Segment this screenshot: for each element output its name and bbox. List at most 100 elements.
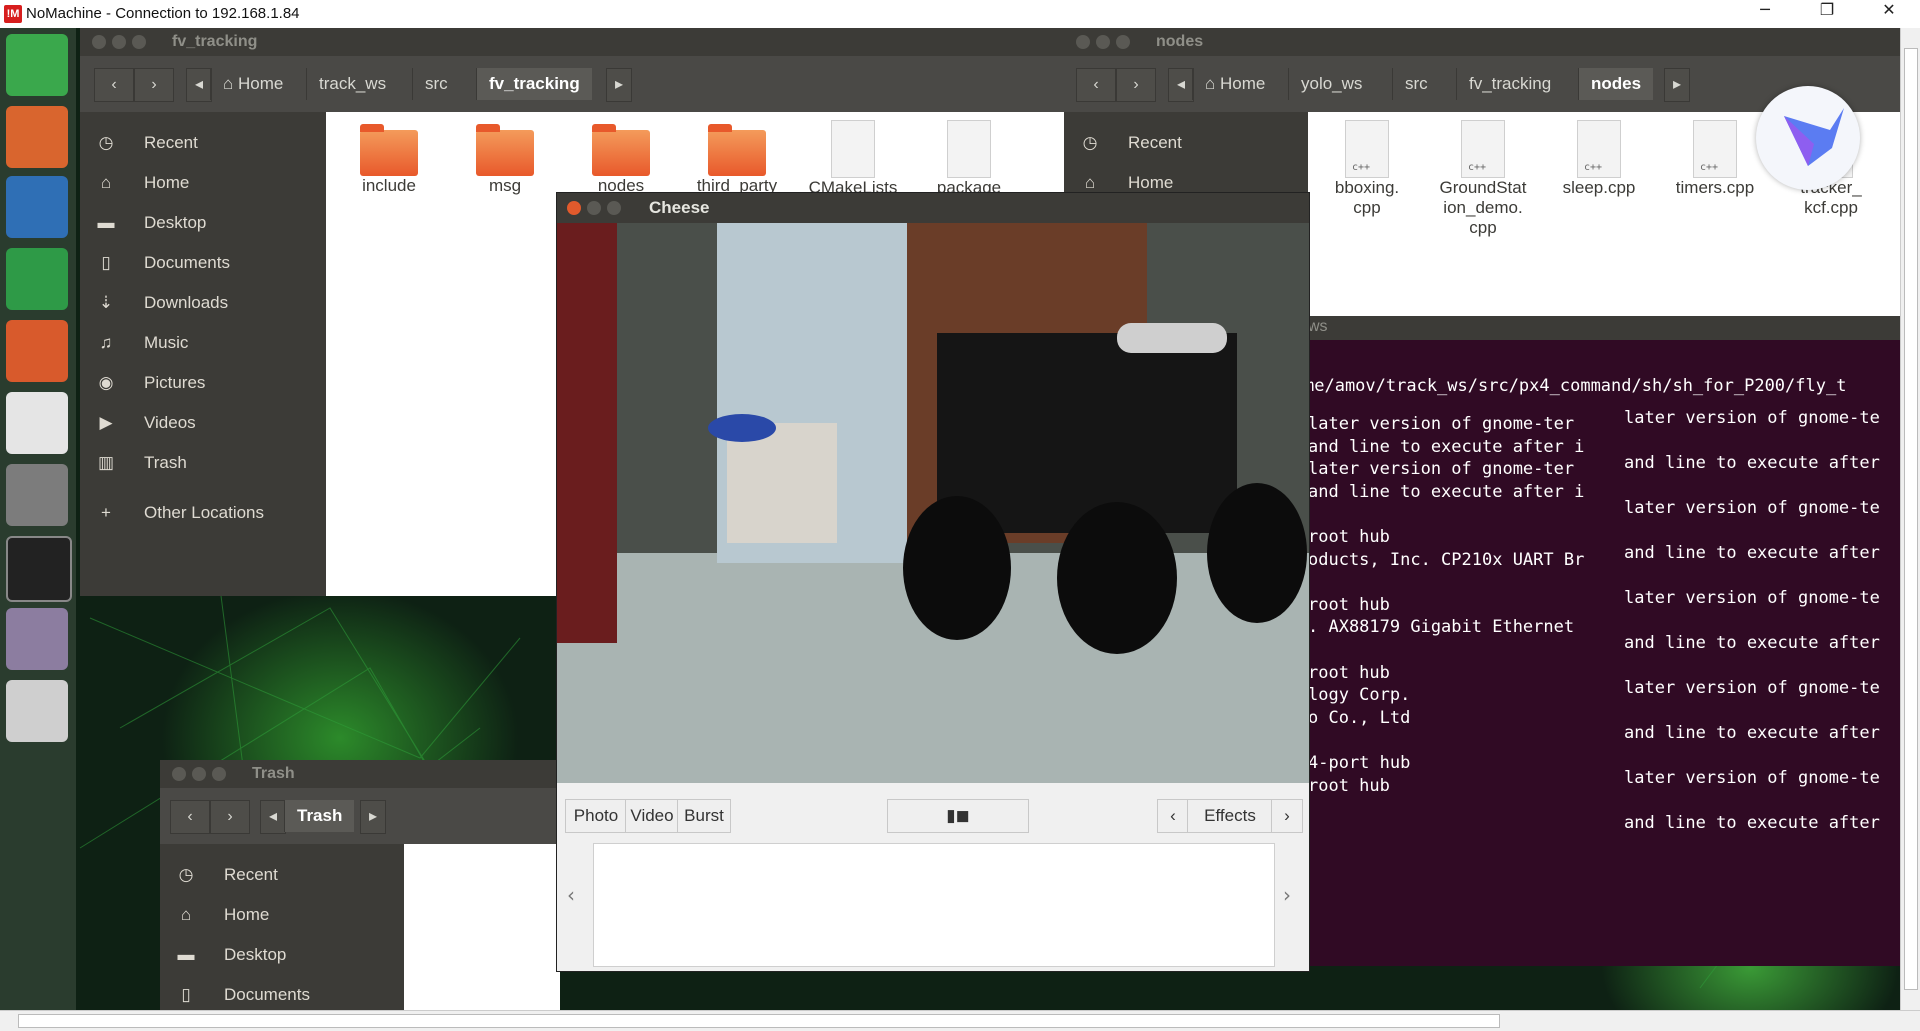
sidebar-item-downloads[interactable]: ⇣ Downloads — [80, 284, 326, 322]
close-button[interactable]: ✕ — [1860, 0, 1918, 28]
floating-assistant-icon[interactable] — [1756, 86, 1860, 190]
back-button[interactable]: ‹ — [1076, 68, 1116, 102]
terminal-line: and line to execute after — [1624, 453, 1880, 473]
file-item[interactable]: c++ GroundStat ion_demo. cpp — [1428, 120, 1538, 238]
places-sidebar: ◷ Recent ⌂ Home ▬ Desktop ▯ Documents — [160, 844, 404, 1010]
sidebar-item-desktop[interactable]: ▬ Desktop — [160, 936, 404, 974]
file-item[interactable]: package — [914, 120, 1024, 198]
crumb-next-button[interactable]: ▸ — [606, 68, 632, 102]
file-item[interactable]: c++ timers.cpp — [1660, 120, 1770, 198]
terminal-title: ws — [1308, 318, 1328, 335]
home-icon: ⌂ — [1205, 74, 1216, 93]
close-button[interactable] — [172, 767, 186, 781]
crumb-home[interactable]: ⌂ Home — [210, 68, 295, 100]
file-item[interactable]: c++ bboxing. cpp — [1312, 120, 1422, 218]
forward-button[interactable]: › — [210, 800, 250, 834]
sidebar-item-home[interactable]: ⌂ Home — [80, 164, 326, 202]
file-item[interactable]: nodes — [566, 124, 676, 196]
trash-icon: ▥ — [97, 453, 115, 472]
software-center-icon[interactable] — [6, 392, 68, 454]
crumb-home[interactable]: ⌂ Home — [1192, 68, 1277, 100]
crumb-src[interactable]: src — [1392, 68, 1440, 100]
files-icon[interactable] — [6, 106, 68, 168]
crumb-fv-tracking[interactable]: fv_tracking — [1456, 68, 1563, 100]
scrollbar-thumb[interactable] — [1904, 48, 1918, 990]
camera-frame — [557, 223, 1309, 783]
crumb-trash[interactable]: Trash — [284, 800, 355, 832]
crumb-next-button[interactable]: ▸ — [360, 800, 386, 834]
file-item[interactable]: third_party — [682, 124, 792, 196]
sidebar-item-recent[interactable]: ◷ Recent — [160, 856, 404, 894]
file-item[interactable]: CMakeLists — [798, 120, 908, 198]
drive-icon[interactable] — [6, 680, 68, 742]
window-title: NoMachine - Connection to 192.168.1.84 — [26, 5, 300, 22]
sidebar-item-home[interactable]: ⌂ Home — [160, 896, 404, 934]
minimize-button[interactable] — [112, 35, 126, 49]
crumb-prev-button[interactable]: ◂ — [186, 68, 212, 102]
crumb-track-ws[interactable]: track_ws — [306, 68, 398, 100]
file-item[interactable]: c++ sleep.cpp — [1544, 120, 1654, 198]
crumb-label: Home — [1220, 74, 1266, 93]
home-icon: ⌂ — [100, 173, 112, 192]
maximize-button[interactable] — [132, 35, 146, 49]
effects-next-button[interactable]: › — [1271, 799, 1303, 833]
vertical-scrollbar[interactable] — [1900, 28, 1920, 1010]
sidebar-item-documents[interactable]: ▯ Documents — [160, 976, 404, 1010]
crumb-yolo-ws[interactable]: yolo_ws — [1288, 68, 1374, 100]
sidebar-item-videos[interactable]: ▶ Videos — [80, 404, 326, 442]
back-button[interactable]: ‹ — [170, 800, 210, 834]
thumbnail-strip[interactable] — [593, 843, 1275, 967]
calc-icon[interactable] — [6, 248, 68, 310]
file-item[interactable]: include — [334, 124, 444, 196]
terminal-line: and line to execute after — [1624, 633, 1880, 653]
sidebar-item-pictures[interactable]: ◉ Pictures — [80, 364, 326, 402]
terminal-pane-left: later version of gnome-ter and line to ex… — [1304, 414, 1620, 966]
crumb-src[interactable]: src — [412, 68, 460, 100]
forward-button[interactable]: › — [1116, 68, 1156, 102]
minimize-button[interactable]: ─ — [1736, 0, 1794, 28]
ubuntu-dash-icon[interactable] — [6, 34, 68, 96]
restore-button[interactable]: ❐ — [1798, 0, 1856, 28]
close-button[interactable] — [1076, 35, 1090, 49]
effects-prev-button[interactable]: ‹ — [1157, 799, 1189, 833]
terminal-icon[interactable] — [6, 536, 72, 602]
impress-icon[interactable] — [6, 320, 68, 382]
cpp-file-icon: c++ — [1461, 120, 1505, 178]
writer-icon[interactable] — [6, 176, 68, 238]
sidebar-item-recent[interactable]: ◷ Recent — [1064, 124, 1308, 162]
close-button[interactable] — [567, 201, 581, 215]
thumbnail-next-button[interactable]: › — [1283, 883, 1291, 907]
sidebar-item-desktop[interactable]: ▬ Desktop — [80, 204, 326, 242]
effects-button[interactable]: Effects — [1187, 799, 1273, 833]
crumb-next-button[interactable]: ▸ — [1664, 68, 1690, 102]
file-item[interactable]: msg — [450, 124, 560, 196]
sidebar-item-other-locations[interactable]: + Other Locations — [80, 494, 326, 532]
terminal-window[interactable]: ws me/amov/track_ws/src/px4_command/sh/s… — [1304, 316, 1900, 966]
maximize-button[interactable] — [212, 767, 226, 781]
minimize-button[interactable] — [1096, 35, 1110, 49]
video-mode-button[interactable]: Video — [625, 799, 679, 833]
forward-button[interactable]: › — [134, 68, 174, 102]
maximize-button[interactable] — [607, 201, 621, 215]
photo-mode-button[interactable]: Photo — [565, 799, 627, 833]
sidebar-item-trash[interactable]: ▥ Trash — [80, 444, 326, 482]
crumb-nodes[interactable]: nodes — [1578, 68, 1654, 100]
crumb-prev-button[interactable]: ◂ — [1168, 68, 1194, 102]
crumb-prev-button[interactable]: ◂ — [260, 800, 286, 834]
sidebar-item-recent[interactable]: ◷ Recent — [80, 124, 326, 162]
close-button[interactable] — [92, 35, 106, 49]
minimize-button[interactable] — [192, 767, 206, 781]
maximize-button[interactable] — [1116, 35, 1130, 49]
crumb-fv-tracking[interactable]: fv_tracking — [476, 68, 592, 100]
shutter-button[interactable]: ▮◼ — [887, 799, 1029, 833]
scrollbar-thumb[interactable] — [18, 1014, 1500, 1028]
burst-mode-button[interactable]: Burst — [677, 799, 731, 833]
horizontal-scrollbar[interactable] — [0, 1010, 1920, 1031]
thumbnail-prev-button[interactable]: ‹ — [567, 883, 575, 907]
minimize-button[interactable] — [587, 201, 601, 215]
back-button[interactable]: ‹ — [94, 68, 134, 102]
sidebar-item-documents[interactable]: ▯ Documents — [80, 244, 326, 282]
sidebar-item-music[interactable]: ♫ Music — [80, 324, 326, 362]
cheese-icon[interactable] — [6, 608, 68, 670]
settings-icon[interactable] — [6, 464, 68, 526]
